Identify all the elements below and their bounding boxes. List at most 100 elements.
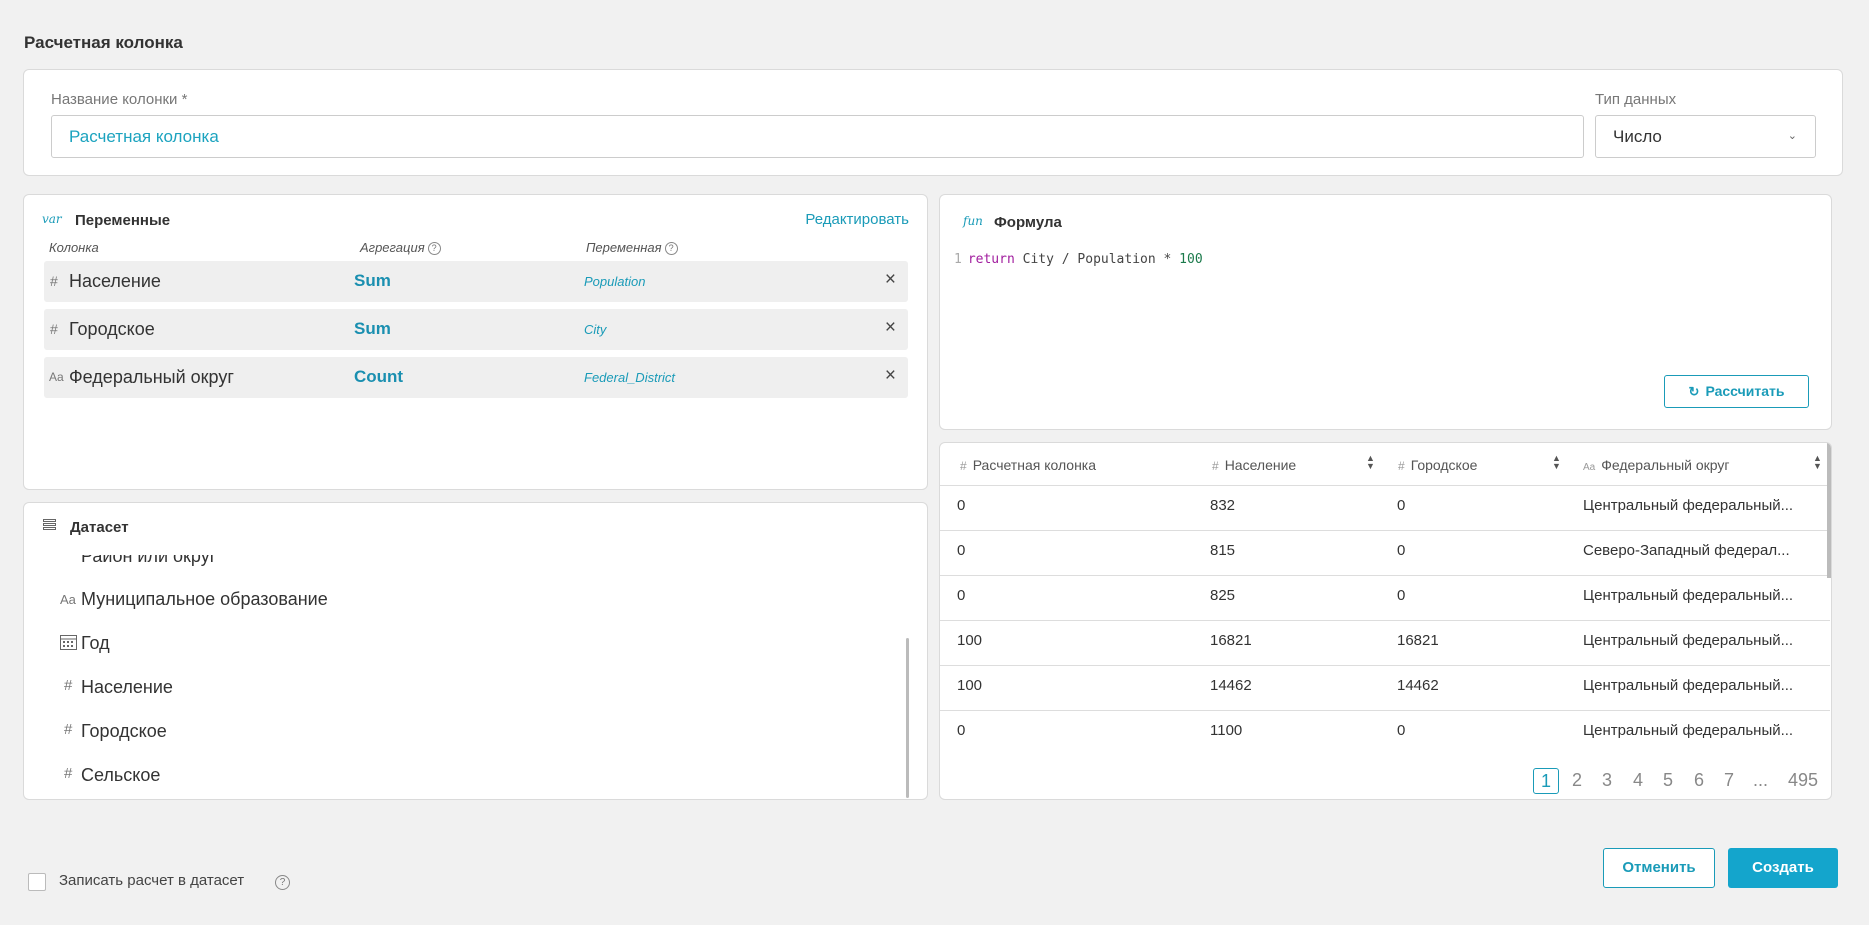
table-cell: 832 [1210, 497, 1236, 514]
variables-card: var Переменные Редактировать Колонка Агр… [23, 194, 928, 490]
sort-icon[interactable]: ▲ ▼ [1813, 454, 1822, 471]
variable-row: # Население Sum Population × [44, 261, 908, 302]
variable-column-name: Городское [69, 319, 155, 339]
dataset-field[interactable]: Городское [81, 721, 167, 742]
table-cell: 0 [957, 722, 966, 739]
code-keyword: return [967, 252, 1015, 267]
table-cell: Центральный федеральный... [1583, 587, 1794, 604]
dataset-field[interactable]: Год [81, 633, 110, 654]
table-cell: Центральный федеральный... [1583, 722, 1794, 739]
dataset-field-partial[interactable]: Район или округ [81, 555, 216, 567]
table-header[interactable]: # Городское [1398, 457, 1477, 473]
table-cell: Центральный федеральный... [1583, 632, 1794, 649]
help-icon[interactable]: ? [427, 242, 441, 255]
number-type-icon: # [64, 765, 73, 782]
text-type-icon: Aa [49, 370, 64, 384]
table-header[interactable]: Aa Федеральный округ [1583, 457, 1730, 473]
code-expression: City / Population * [1014, 252, 1180, 267]
variable-header: Переменная? [586, 240, 678, 255]
number-type-icon: # [64, 677, 73, 694]
dataset-field[interactable]: Муниципальное образование [81, 589, 328, 610]
close-icon[interactable]: × [885, 317, 896, 339]
table-row: 0 1100 0 Центральный федеральный... [940, 710, 1830, 748]
dataset-icon [43, 519, 56, 533]
number-type-icon: # [50, 321, 58, 337]
close-icon[interactable]: × [885, 269, 896, 291]
table-cell: 14462 [1210, 677, 1252, 694]
page-link[interactable]: 2 [1572, 770, 1582, 791]
write-to-dataset-checkbox[interactable] [28, 873, 46, 891]
column-header: Колонка [49, 240, 99, 255]
page-link[interactable]: 3 [1602, 770, 1612, 791]
variable-name[interactable]: Population [584, 274, 645, 289]
page-link[interactable]: 5 [1663, 770, 1673, 791]
table-cell: Северо-Западный федерал... [1583, 542, 1790, 559]
calculate-label: Рассчитать [1705, 383, 1785, 399]
aggregation-header: Агрегация? [360, 240, 441, 255]
dataset-card: Датасет Район или округ Aa Муниципальное… [23, 502, 928, 800]
table-cell: Центральный федеральный... [1583, 677, 1794, 694]
write-to-dataset-label: Записать расчет в датасет [59, 872, 245, 889]
formula-editor[interactable]: 1 return City / Population * 100 [954, 252, 1203, 267]
dataset-scrollbar[interactable] [906, 638, 909, 798]
table-cell: 0 [1397, 497, 1406, 514]
table-cell: 0 [957, 542, 966, 559]
refresh-icon: ↻ [1688, 384, 1700, 399]
variable-column-name: Федеральный округ [69, 367, 234, 387]
page-link[interactable]: 7 [1724, 770, 1734, 791]
table-cell: Центральный федеральный... [1583, 497, 1794, 514]
table-cell: 0 [1397, 542, 1406, 559]
table-cell: 16821 [1210, 632, 1252, 649]
calendar-icon [60, 634, 77, 654]
table-cell: 0 [1397, 587, 1406, 604]
table-row: 0 825 0 Центральный федеральный... [940, 575, 1830, 613]
page-link[interactable]: 6 [1694, 770, 1704, 791]
sort-icon[interactable]: ▲ ▼ [1366, 454, 1375, 471]
variable-aggregation[interactable]: Sum [354, 319, 391, 339]
close-icon[interactable]: × [885, 365, 896, 387]
number-type-icon: # [64, 721, 73, 738]
table-scrollbar[interactable] [1827, 443, 1831, 578]
variable-name[interactable]: Federal_District [584, 370, 675, 385]
edit-variables-link[interactable]: Редактировать [805, 211, 909, 228]
cancel-button[interactable]: Отменить [1603, 848, 1715, 888]
variable-name[interactable]: City [584, 322, 606, 337]
table-cell: 0 [957, 497, 966, 514]
page-link-active[interactable]: 1 [1533, 768, 1559, 794]
preview-table-card: # Расчетная колонка # Население ▲ ▼ # Городс… [939, 442, 1832, 800]
help-icon[interactable]: ? [664, 242, 678, 255]
code-number: 100 [1179, 252, 1203, 267]
sort-icon[interactable]: ▲ ▼ [1552, 454, 1561, 471]
variable-aggregation[interactable]: Sum [354, 271, 391, 291]
table-header[interactable]: # Население [1212, 457, 1296, 473]
data-type-label: Тип данных [1595, 91, 1677, 108]
page-link[interactable]: 4 [1633, 770, 1643, 791]
table-cell: 815 [1210, 542, 1236, 559]
data-type-value: Число [1613, 127, 1662, 146]
dataset-field[interactable]: Сельское [81, 765, 160, 786]
create-button[interactable]: Создать [1728, 848, 1838, 888]
calculate-button[interactable]: ↻ Рассчитать [1664, 375, 1809, 408]
table-cell: 0 [1397, 722, 1406, 739]
function-icon: fun [963, 214, 983, 228]
page-link-last[interactable]: 495 [1788, 770, 1818, 791]
dataset-field[interactable]: Население [81, 677, 173, 698]
formula-title: Формула [994, 214, 1062, 231]
variable-row: Aa Федеральный округ Count Federal_Distr… [44, 357, 908, 398]
table-row: 100 16821 16821 Центральный федеральный.… [940, 620, 1830, 658]
column-name-label: Название колонки * [51, 91, 188, 108]
text-type-icon: Aa [60, 592, 76, 607]
column-name-input[interactable]: Расчетная колонка [51, 115, 1584, 158]
data-type-select[interactable]: Число ⌄ [1595, 115, 1816, 158]
table-header[interactable]: # Расчетная колонка [960, 457, 1096, 473]
page-ellipsis: ... [1753, 770, 1769, 790]
number-type-icon: # [50, 273, 58, 289]
table-cell: 100 [957, 677, 983, 694]
table-row: 100 14462 14462 Центральный федеральный.… [940, 665, 1830, 703]
formula-card: fun Формула 1 return City / Population * … [939, 194, 1832, 430]
help-icon[interactable]: ? [275, 875, 290, 890]
variable-aggregation[interactable]: Count [354, 367, 403, 387]
page-title: Расчетная колонка [24, 33, 183, 52]
table-cell: 100 [957, 632, 983, 649]
variable-column-name: Население [69, 271, 161, 291]
